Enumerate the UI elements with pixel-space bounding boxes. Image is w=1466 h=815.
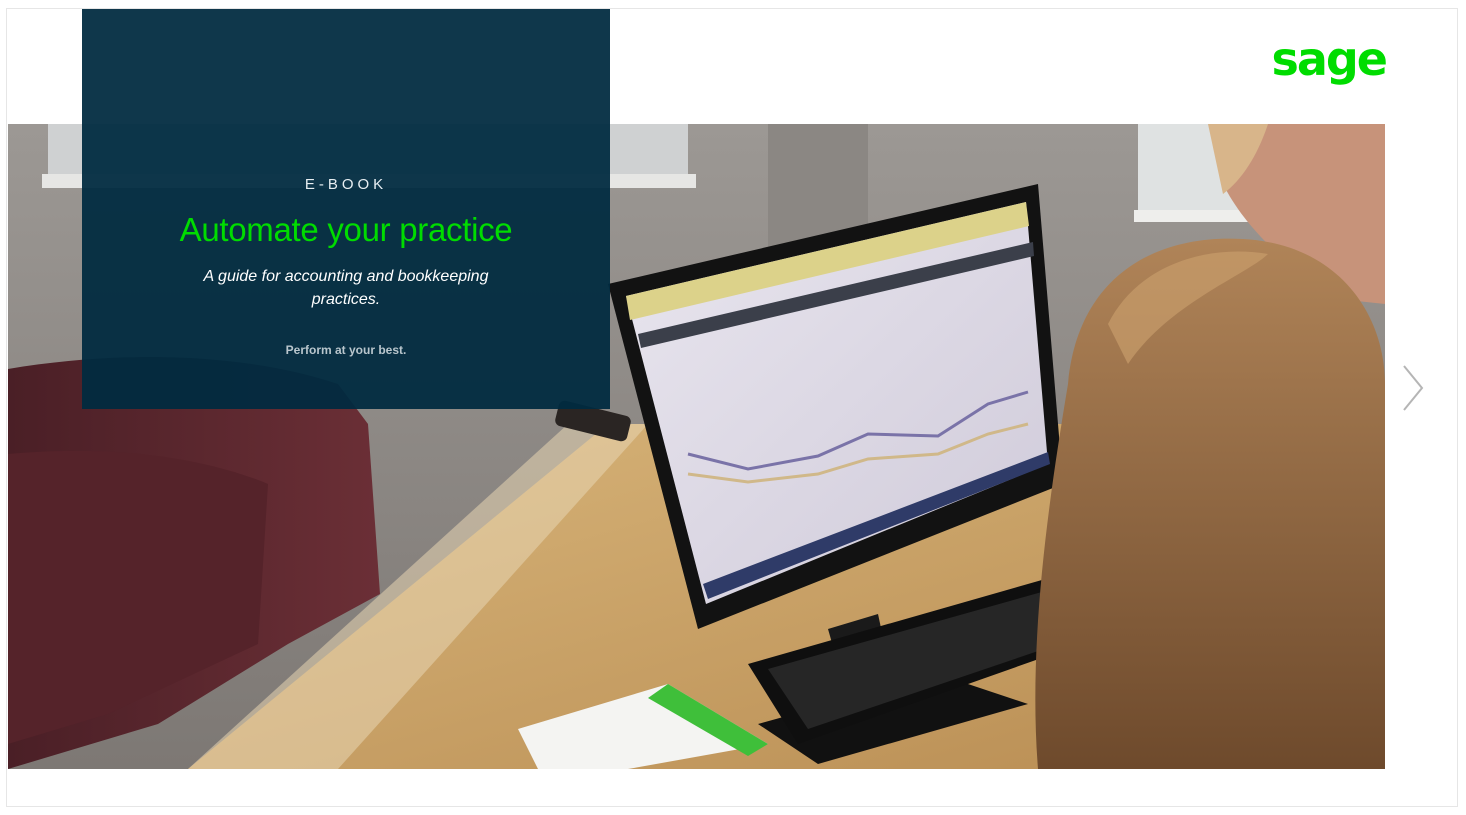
cover-subtitle: A guide for accounting and bookkeeping p… — [203, 268, 489, 308]
ebook-label: E-BOOK — [304, 176, 388, 193]
cover-text-panel: E-BOOK Automate your practice A guide fo… — [82, 9, 610, 409]
ebook-cover-page: E-BOOK Automate your practice A guide fo… — [0, 0, 1466, 815]
cover-tagline: Perform at your best. — [285, 343, 407, 357]
next-page-button[interactable] — [1396, 360, 1428, 416]
chevron-right-icon — [1403, 365, 1424, 411]
cover-title: Automate your practice — [179, 211, 513, 248]
sage-logo: sage — [1271, 32, 1388, 86]
